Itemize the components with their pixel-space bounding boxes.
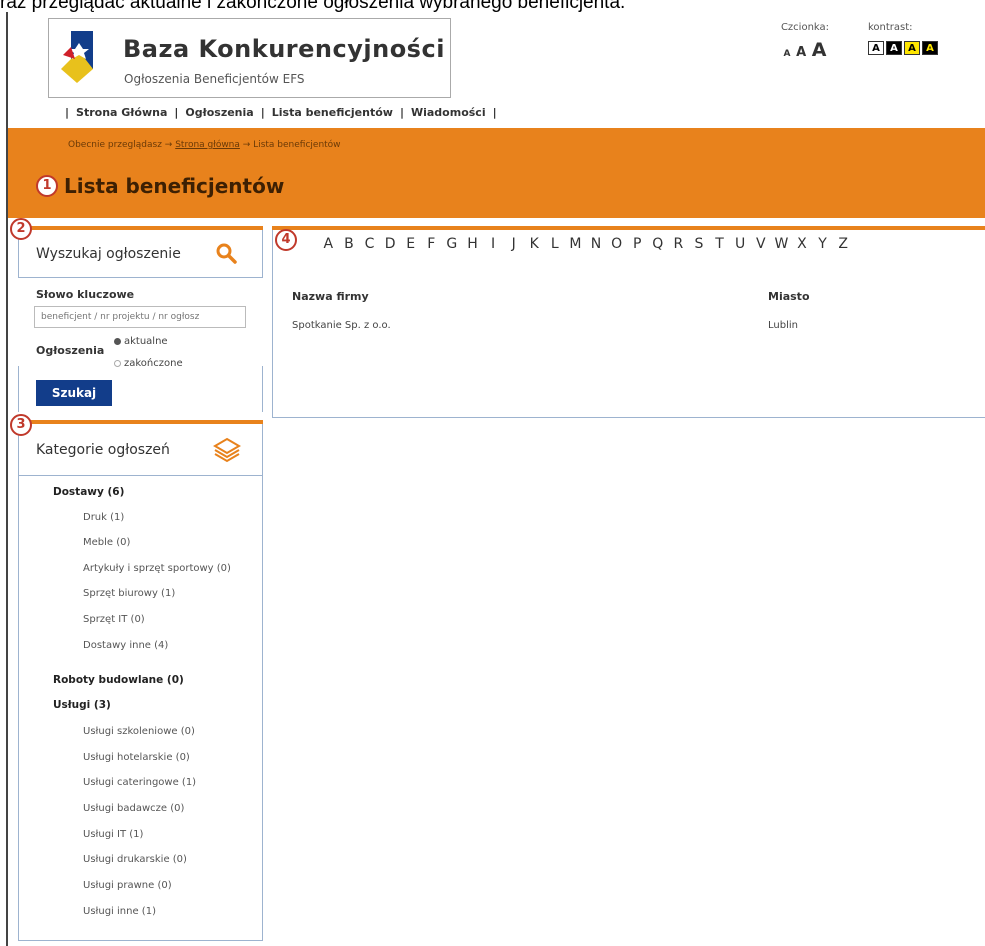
- search-panel-title: Wyszukaj ogłoszenie: [36, 246, 181, 262]
- letter-link[interactable]: V: [750, 236, 771, 252]
- annotation-badge-3: 3: [10, 414, 32, 436]
- letter-link[interactable]: P: [627, 236, 648, 252]
- category-item[interactable]: Roboty budowlane (0): [53, 674, 184, 686]
- nav-item-beneficiaries[interactable]: Lista beneficjentów: [272, 106, 393, 119]
- category-item[interactable]: Meble (0): [83, 537, 130, 548]
- category-item[interactable]: Sprzęt IT (0): [83, 614, 145, 625]
- keyword-label: Słowo kluczowe: [36, 288, 135, 301]
- font-large-button[interactable]: A: [812, 39, 827, 61]
- contrast-black-white-button[interactable]: A: [886, 41, 902, 55]
- category-item[interactable]: Sprzęt biurowy (1): [83, 588, 175, 599]
- letter-link[interactable]: Q: [648, 236, 669, 252]
- letter-link[interactable]: S: [689, 236, 710, 252]
- radio-current-label: aktualne: [124, 336, 168, 347]
- letter-link[interactable]: F: [421, 236, 442, 252]
- letter-link[interactable]: L: [545, 236, 566, 252]
- letter-link[interactable]: A: [318, 236, 339, 252]
- letter-link[interactable]: C: [359, 236, 380, 252]
- breadcrumb-home-link[interactable]: Strona główna: [175, 140, 240, 150]
- letter-link[interactable]: I: [483, 236, 504, 252]
- status-label: Ogłoszenia: [36, 344, 105, 357]
- contrast-normal-button[interactable]: A: [868, 41, 884, 55]
- keyword-input[interactable]: [34, 306, 246, 328]
- breadcrumb-prefix: Obecnie przeglądasz →: [68, 140, 173, 150]
- category-item[interactable]: Usługi hotelarskie (0): [83, 752, 190, 763]
- category-item[interactable]: Usługi prawne (0): [83, 880, 172, 891]
- letter-link[interactable]: D: [380, 236, 401, 252]
- radio-current-indicator[interactable]: [114, 338, 121, 345]
- letter-link[interactable]: O: [606, 236, 627, 252]
- letter-link[interactable]: J: [503, 236, 524, 252]
- nav-item-messages[interactable]: Wiadomości: [411, 106, 486, 119]
- alphabet-filter: A B C D E F G H I J K L M N O P Q R S T …: [318, 236, 853, 252]
- letter-link[interactable]: T: [709, 236, 730, 252]
- letter-link[interactable]: H: [462, 236, 483, 252]
- category-item[interactable]: Usługi IT (1): [83, 829, 143, 840]
- categories-panel-title: Kategorie ogłoszeń: [36, 442, 170, 458]
- contrast-control: kontrast: A A A A: [868, 22, 958, 55]
- font-size-label: Czcionka:: [780, 22, 830, 33]
- category-item[interactable]: Usługi badawcze (0): [83, 803, 184, 814]
- letter-link[interactable]: U: [730, 236, 751, 252]
- eu-flag-icon: [61, 31, 93, 83]
- category-item[interactable]: Druk (1): [83, 512, 124, 523]
- category-item[interactable]: Artykuły i sprzęt sportowy (0): [83, 563, 231, 574]
- search-button[interactable]: Szukaj: [36, 380, 112, 406]
- contrast-black-yellow-button[interactable]: A: [922, 41, 938, 55]
- nav-item-home[interactable]: Strona Główna: [76, 106, 167, 119]
- radio-finished-indicator[interactable]: [114, 360, 121, 367]
- site-subtitle: Ogłoszenia Beneficjentów EFS: [124, 72, 305, 86]
- letter-link[interactable]: W: [771, 236, 792, 252]
- letter-link[interactable]: Y: [812, 236, 833, 252]
- radio-current[interactable]: aktualne: [114, 336, 168, 347]
- contrast-yellow-black-button[interactable]: A: [904, 41, 920, 55]
- annotation-badge-1: 1: [36, 175, 58, 197]
- category-item[interactable]: Usługi cateringowe (1): [83, 777, 196, 788]
- annotation-badge-2: 2: [10, 218, 32, 240]
- letter-link[interactable]: K: [524, 236, 545, 252]
- category-item[interactable]: Usługi (3): [53, 699, 111, 711]
- company-name-cell[interactable]: Spotkanie Sp. z o.o.: [292, 320, 391, 331]
- breadcrumb: Obecnie przeglądasz → Strona główna → Li…: [68, 140, 341, 150]
- letter-link[interactable]: E: [400, 236, 421, 252]
- font-size-control: Czcionka: A A A: [770, 22, 840, 61]
- layers-icon: [213, 437, 241, 463]
- category-item[interactable]: Usługi drukarskie (0): [83, 854, 187, 865]
- main-navigation: | Strona Główna | Ogłoszenia | Lista ben…: [65, 106, 497, 119]
- font-medium-button[interactable]: A: [796, 45, 806, 60]
- letter-link[interactable]: N: [586, 236, 607, 252]
- radio-finished-label: zakończone: [124, 358, 183, 369]
- category-item[interactable]: Usługi szkoleniowe (0): [83, 726, 195, 737]
- letter-link[interactable]: Z: [833, 236, 854, 252]
- letter-link[interactable]: X: [792, 236, 813, 252]
- letter-link[interactable]: G: [442, 236, 463, 252]
- font-small-button[interactable]: A: [784, 49, 791, 59]
- site-title: Baza Konkurencyjności: [123, 35, 445, 63]
- city-cell: Lublin: [768, 320, 798, 331]
- column-header-company: Nazwa firmy: [292, 290, 369, 303]
- letter-link[interactable]: R: [668, 236, 689, 252]
- radio-finished[interactable]: zakończone: [114, 358, 183, 369]
- letter-link[interactable]: B: [339, 236, 360, 252]
- breadcrumb-current: → Lista beneficjentów: [242, 140, 341, 150]
- search-icon: [216, 243, 237, 264]
- column-header-city: Miasto: [768, 290, 810, 303]
- contrast-label: kontrast:: [868, 22, 913, 33]
- category-item[interactable]: Dostawy inne (4): [83, 640, 168, 651]
- annotation-badge-4: 4: [275, 229, 297, 251]
- page-title: Lista beneficjentów: [64, 174, 285, 198]
- nav-item-announcements[interactable]: Ogłoszenia: [185, 106, 253, 119]
- category-item[interactable]: Dostawy (6): [53, 486, 124, 498]
- site-logo[interactable]: Baza Konkurencyjności Ogłoszenia Benefic…: [48, 18, 451, 98]
- letter-link[interactable]: M: [565, 236, 586, 252]
- category-item[interactable]: Usługi inne (1): [83, 906, 156, 917]
